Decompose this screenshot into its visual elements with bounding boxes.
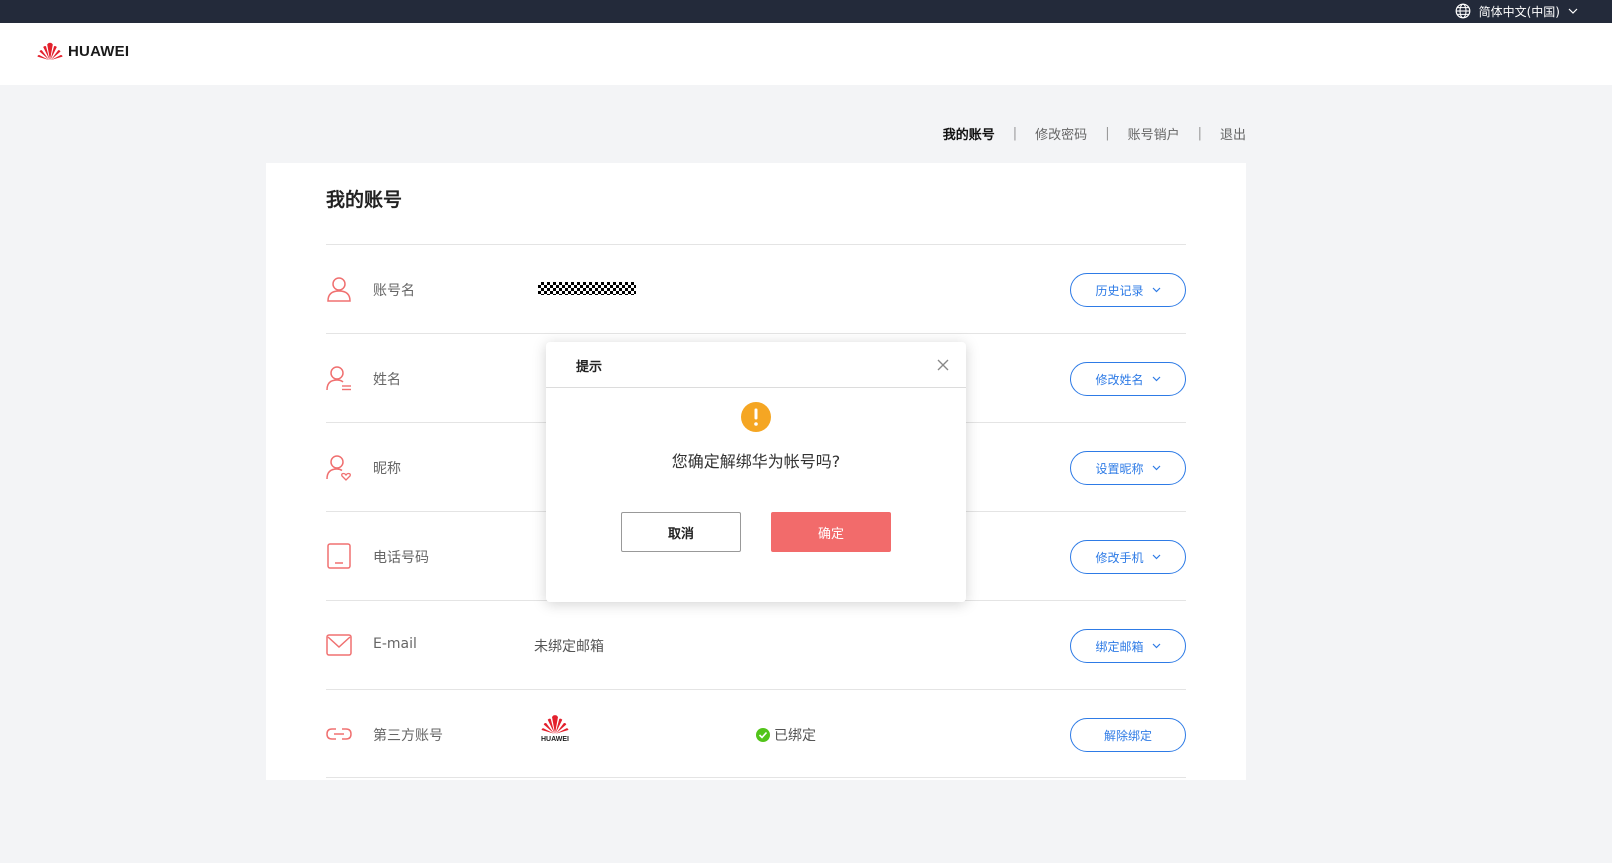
chevron-down-icon [1568,8,1578,14]
mail-icon [326,634,352,656]
top-bar: 简体中文(中国) [0,0,1612,23]
confirm-button[interactable]: 确定 [771,512,891,552]
dialog-message: 您确定解绑华为帐号吗? [671,452,841,471]
bound-status: 已绑定 [756,725,816,745]
link-icon [326,728,352,740]
subnav-separator: | [1197,126,1202,141]
account-name-row: 账号名 历史记录 [326,244,1186,333]
page-title: 我的账号 [326,189,403,211]
confirm-dialog: 提示 您确定解绑华为帐号吗? 取消 确定 [546,342,966,602]
close-icon[interactable] [936,358,950,372]
unbind-button[interactable]: 解除绑定 [1070,718,1186,752]
check-circle-icon [756,728,770,742]
globe-icon [1455,3,1471,19]
row-label: E-mail [373,636,417,652]
button-label: 历史记录 [1095,283,1144,298]
row-label: 电话号码 [373,550,429,566]
huawei-provider-logo: HUAWEI [540,713,570,743]
third-party-row: 第三方账号 HUAWEI 已绑定 解除绑定 [326,689,1186,778]
edit-phone-button[interactable]: 修改手机 [1070,540,1186,574]
button-label: 设置昵称 [1095,461,1144,476]
row-label: 账号名 [373,283,415,299]
bind-email-button[interactable]: 绑定邮箱 [1070,629,1186,663]
subnav-logout[interactable]: 退出 [1220,124,1246,143]
user-icon [327,277,351,302]
row-value: 未绑定邮箱 [534,639,604,655]
subnav-separator: | [1012,126,1018,141]
subnav-change-password[interactable]: 修改密码 [1035,124,1087,143]
chevron-down-icon [1152,643,1160,649]
language-selector[interactable]: 简体中文(中国) [1455,2,1578,20]
dialog-header: 提示 [546,342,966,388]
edit-name-button[interactable]: 修改姓名 [1070,362,1186,396]
subnav-my-account[interactable]: 我的账号 [943,124,995,143]
provider-logo-text: HUAWEI [541,736,569,743]
cancel-button[interactable]: 取消 [621,512,741,552]
email-row: E-mail 未绑定邮箱 绑定邮箱 [326,600,1186,689]
row-label: 第三方账号 [373,728,443,744]
logo-text: HUAWEI [68,42,130,60]
chevron-down-icon [1152,376,1160,382]
account-subnav: 我的账号 | 修改密码 | 账号销户 | 退出 [943,124,1246,143]
dialog-title: 提示 [576,360,603,375]
set-nickname-button[interactable]: 设置昵称 [1070,451,1186,485]
button-label: 修改姓名 [1095,372,1144,387]
user-list-icon [326,366,351,391]
masked-account-name [538,282,636,295]
status-text: 已绑定 [774,728,816,744]
site-header: HUAWEI [0,23,1612,85]
chevron-down-icon [1152,554,1160,560]
phone-icon [327,543,351,569]
subnav-delete-account[interactable]: 账号销户 [1128,124,1180,143]
chevron-down-icon [1152,465,1160,471]
language-label: 简体中文(中国) [1478,4,1560,19]
huawei-flower-icon [541,715,569,734]
huawei-flower-icon [37,42,63,60]
huawei-logo[interactable]: HUAWEI [36,41,129,61]
history-button[interactable]: 历史记录 [1070,273,1186,307]
button-label: 解除绑定 [1103,728,1152,743]
chevron-down-icon [1152,287,1160,293]
row-label: 姓名 [373,372,401,388]
row-label: 昵称 [373,461,401,477]
button-label: 绑定邮箱 [1095,639,1144,654]
button-label: 修改手机 [1095,550,1144,565]
warning-icon [741,402,771,432]
user-heart-icon [326,455,351,481]
subnav-separator: | [1105,126,1110,141]
